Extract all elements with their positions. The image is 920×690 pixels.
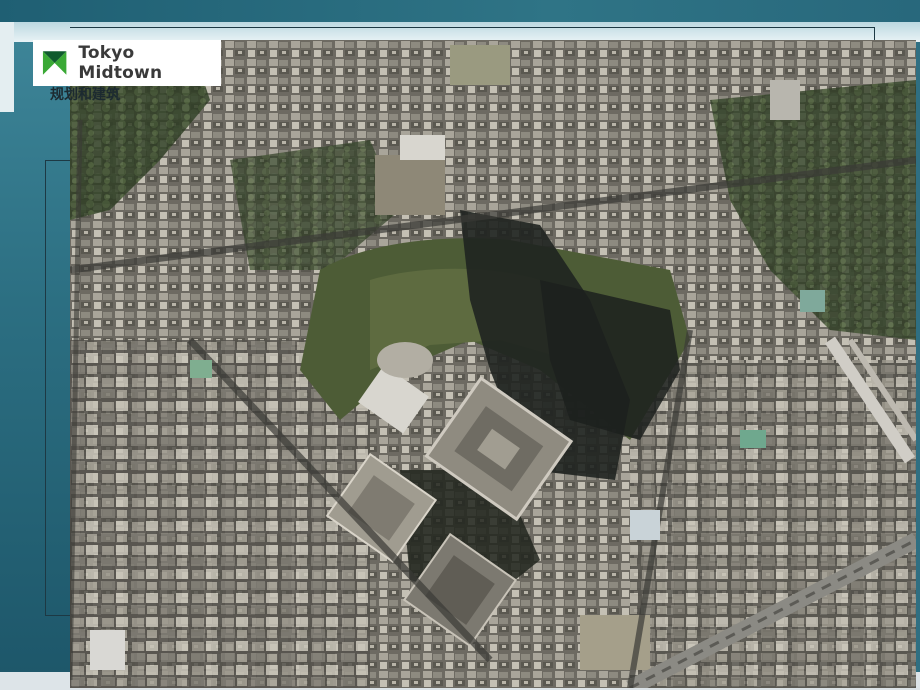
slide-left-bar [0, 42, 70, 690]
slide-header-bar [0, 0, 920, 22]
tokyo-midtown-logo: Tokyo Midtown [33, 40, 221, 86]
frame-line [45, 160, 70, 161]
frame-line [45, 615, 70, 616]
slide-subtitle: 规划和建筑 [50, 87, 120, 103]
slide-left-strip [0, 22, 14, 112]
slide-header-band [0, 22, 920, 42]
frame-line [45, 160, 46, 615]
aerial-photo [70, 40, 916, 688]
frame-line [70, 27, 875, 28]
tokyo-midtown-logo-icon [42, 51, 67, 75]
logo-text: Tokyo Midtown [78, 43, 163, 83]
